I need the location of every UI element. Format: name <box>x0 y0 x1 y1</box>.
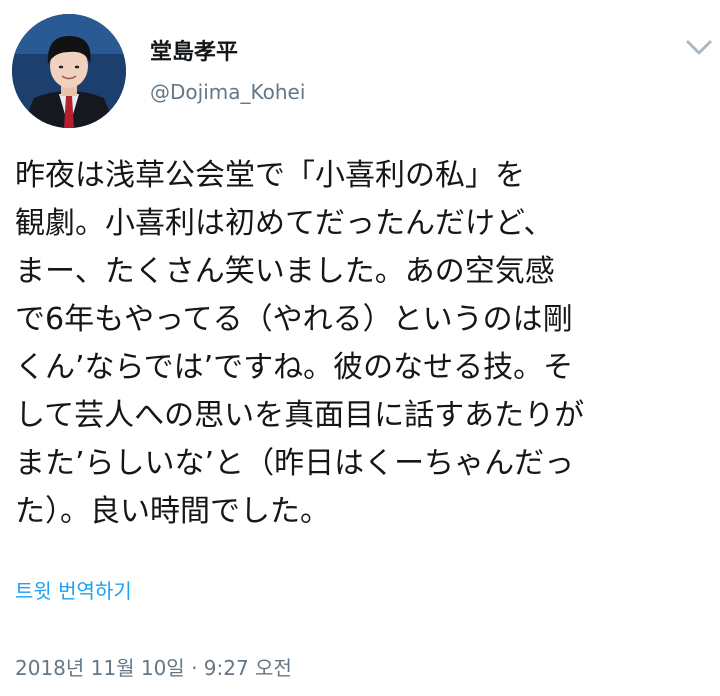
tweet-line: 昨夜は浅草公会堂で「小喜利の私」を <box>15 158 525 193</box>
tweet-line: た）。良い時間でした。 <box>15 494 330 529</box>
display-name[interactable]: 堂島孝平 <box>150 40 238 66</box>
tweet-line: して芸人への思いを真面目に話すあたりが <box>15 398 585 433</box>
tweet-line: また’らしいな’と（昨日はくーちゃんだっ <box>15 446 575 481</box>
avatar-photo <box>12 14 126 128</box>
chevron-down-icon[interactable] <box>682 36 716 60</box>
translate-tweet-link[interactable]: 트윗 번역하기 <box>15 578 132 604</box>
tweet-line: 観劇。小喜利は初めてだったんだけど、 <box>15 206 554 241</box>
tweet-timestamp: 2018년 11월 10일 · 9:27 오전 <box>15 656 292 680</box>
tweet-text: 昨夜は浅草公会堂で「小喜利の私」を 観劇。小喜利は初めてだったんだけど、 まー、… <box>15 152 705 536</box>
tweet-line: まー、たくさん笑いました。あの空気感 <box>15 254 555 289</box>
user-handle[interactable]: @Dojima_Kohei <box>150 80 305 104</box>
tweet-line: で6年もやってる（やれる）というのは剛 <box>15 302 573 337</box>
avatar[interactable] <box>12 14 126 128</box>
tweet-line: くん’ならでは’ですね。彼のなせる技。そ <box>15 350 574 385</box>
